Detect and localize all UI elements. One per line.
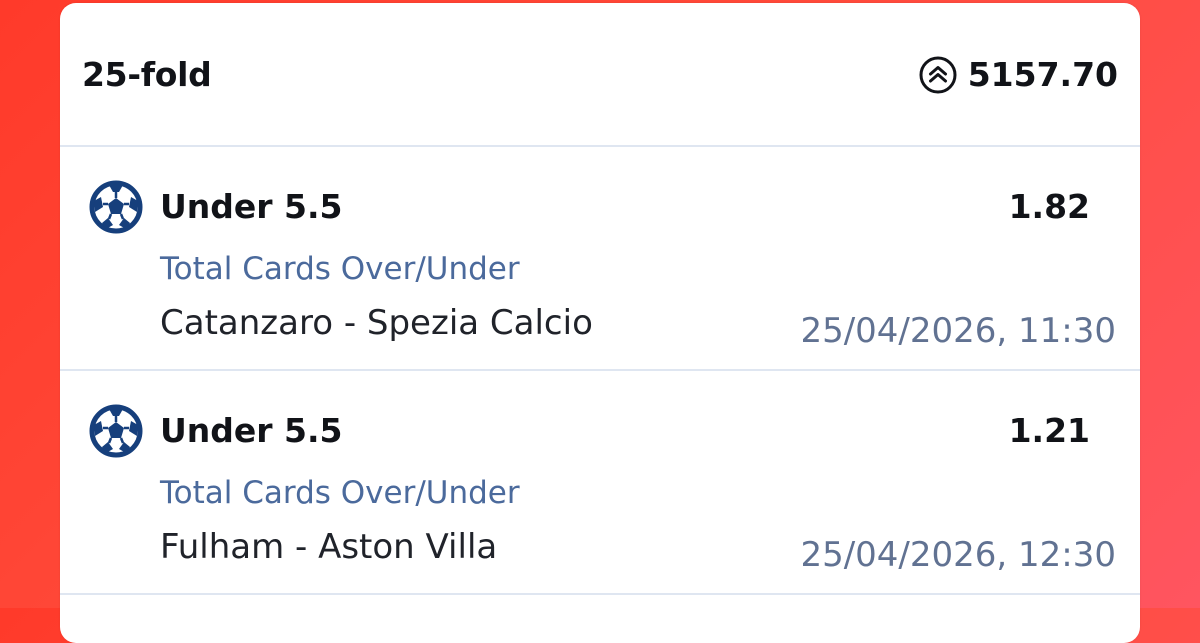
bet-slip-card: 25-fold 5157.70 Under 5.5 1.82 Total Car… xyxy=(60,3,1140,643)
bet-market: Total Cards Over/Under xyxy=(160,475,520,511)
stake-coin-icon xyxy=(919,56,957,94)
bet-slip-header[interactable]: 25-fold 5157.70 xyxy=(60,3,1140,147)
bet-type-title: 25-fold xyxy=(82,55,212,94)
bet-datetime: 25/04/2026, 11:30 xyxy=(800,311,1116,351)
soccer-ball-icon xyxy=(89,404,143,458)
bet-datetime: 25/04/2026, 12:30 xyxy=(800,535,1116,575)
bet-odds: 1.21 xyxy=(1008,411,1090,450)
bet-market: Total Cards Over/Under xyxy=(160,251,520,287)
bet-odds: 1.82 xyxy=(1008,187,1090,226)
bet-selection: Under 5.5 xyxy=(160,411,343,450)
bet-row[interactable]: Under 5.5 1.82 Total Cards Over/Under Ca… xyxy=(60,147,1140,371)
bet-selection: Under 5.5 xyxy=(160,187,343,226)
bet-row[interactable]: Under 5.5 1.21 Total Cards Over/Under Fu… xyxy=(60,371,1140,595)
bet-event: Fulham - Aston Villa xyxy=(160,527,498,567)
soccer-ball-icon xyxy=(89,180,143,234)
total-odds: 5157.70 xyxy=(967,55,1118,94)
bet-event: Catanzaro - Spezia Calcio xyxy=(160,303,593,343)
